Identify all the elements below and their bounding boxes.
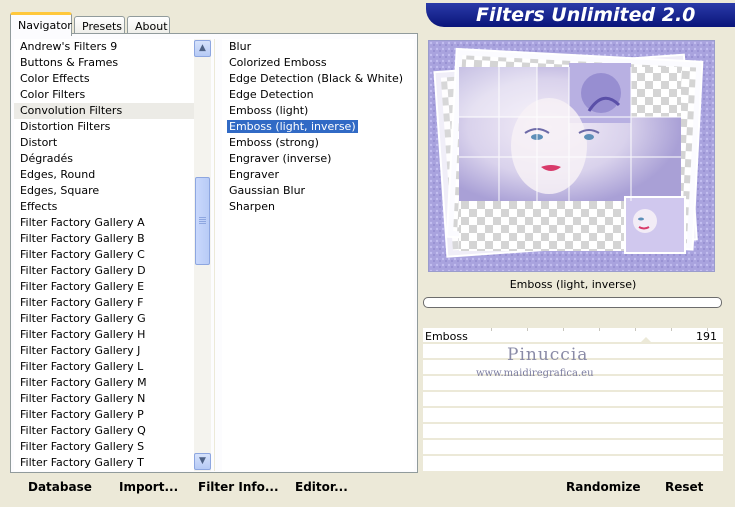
chevron-down-icon: ▼ — [199, 456, 206, 466]
empty-parameter-row — [423, 424, 723, 440]
category-item[interactable]: Buttons & Frames — [14, 55, 194, 71]
filter-item-label: Sharpen — [229, 200, 275, 213]
category-item[interactable]: Color Filters — [14, 87, 194, 103]
category-item[interactable]: Convolution Filters — [14, 103, 194, 119]
list-divider — [214, 39, 215, 471]
filter-item[interactable]: Engraver (inverse) — [222, 151, 414, 167]
filter-item-label: Gaussian Blur — [229, 184, 306, 197]
parameter-label: Emboss — [425, 330, 468, 343]
randomize-button[interactable]: Randomize — [566, 480, 640, 494]
category-item[interactable]: Filter Factory Gallery M — [14, 375, 194, 391]
watermark-url: www.maidiregrafica.eu — [476, 368, 594, 379]
filter-item-label: Engraver — [229, 168, 279, 181]
category-item[interactable]: Filter Factory Gallery D — [14, 263, 194, 279]
category-item[interactable]: Filter Factory Gallery Q — [14, 423, 194, 439]
category-item[interactable]: Filter Factory Gallery F — [14, 295, 194, 311]
category-item[interactable]: Filter Factory Gallery P — [14, 407, 194, 423]
filter-item[interactable]: Edge Detection (Black & White) — [222, 71, 414, 87]
category-item[interactable]: Filter Factory Gallery B — [14, 231, 194, 247]
category-item[interactable]: Edges, Square — [14, 183, 194, 199]
category-item[interactable]: Filter Factory Gallery T — [14, 455, 194, 471]
category-item[interactable]: Filter Factory Gallery G — [14, 311, 194, 327]
category-item[interactable]: Filter Factory Gallery S — [14, 439, 194, 455]
category-item[interactable]: Distortion Filters — [14, 119, 194, 135]
category-item[interactable]: Color Effects — [14, 71, 194, 87]
watermark-name: Pinuccia — [507, 345, 589, 365]
category-item[interactable]: Filter Factory Gallery N — [14, 391, 194, 407]
scroll-up-button[interactable]: ▲ — [194, 40, 211, 57]
editor-button[interactable]: Editor... — [295, 480, 348, 494]
chevron-up-icon: ▲ — [199, 43, 206, 53]
empty-parameter-row — [423, 440, 723, 456]
filter-item[interactable]: Edge Detection — [222, 87, 414, 103]
slider-thumb[interactable] — [639, 337, 653, 344]
parameter-value: 191 — [696, 330, 717, 343]
filter-item-label: Colorized Emboss — [229, 56, 327, 69]
emboss-slider[interactable]: Emboss 191 — [423, 328, 723, 344]
tab-navigator[interactable]: Navigator — [10, 12, 72, 36]
category-item[interactable]: Effects — [14, 199, 194, 215]
filter-item[interactable]: Colorized Emboss — [222, 55, 414, 71]
filter-item-label: Edge Detection (Black & White) — [229, 72, 404, 85]
category-item[interactable]: Filter Factory Gallery A — [14, 215, 194, 231]
scroll-thumb[interactable] — [195, 177, 210, 265]
category-scrollbar[interactable]: ▲ ▼ — [194, 39, 211, 471]
current-filter-name: Emboss (light, inverse) — [509, 278, 637, 291]
database-button[interactable]: Database — [28, 480, 92, 494]
category-item[interactable]: Andrew's Filters 9 — [14, 39, 194, 55]
category-item[interactable]: Edges, Round — [14, 167, 194, 183]
category-item[interactable]: Filter Factory Gallery H — [14, 327, 194, 343]
filter-item-label: Blur — [229, 40, 252, 53]
filter-item[interactable]: Emboss (strong) — [222, 135, 414, 151]
filter-item-label: Edge Detection — [229, 88, 314, 101]
category-item[interactable]: Filter Factory Gallery J — [14, 343, 194, 359]
progress-bar — [423, 297, 722, 308]
category-item[interactable]: Filter Factory Gallery E — [14, 279, 194, 295]
filter-info-button[interactable]: Filter Info... — [198, 480, 279, 494]
filter-item[interactable]: Sharpen — [222, 199, 414, 215]
slider-ticks — [491, 328, 711, 332]
filter-item[interactable]: Emboss (light, inverse) — [222, 119, 414, 135]
empty-parameter-row — [423, 408, 723, 424]
empty-parameter-row — [423, 392, 723, 408]
filter-item-label: Emboss (light) — [229, 104, 309, 117]
category-item[interactable]: Distort — [14, 135, 194, 151]
preview-artwork — [429, 41, 714, 271]
preview-toolbar: Randomize Reset — [423, 476, 723, 502]
preview-image — [428, 40, 715, 272]
filter-item-label: Emboss (light, inverse) — [227, 120, 358, 133]
filter-list[interactable]: Blur Colorized Emboss Edge Detection (Blac… — [222, 39, 414, 471]
scroll-down-button[interactable]: ▼ — [194, 453, 211, 470]
reset-button[interactable]: Reset — [665, 480, 703, 494]
bottom-toolbar: Database Import... Filter Info... Editor… — [10, 476, 418, 502]
filter-item[interactable]: Emboss (light) — [222, 103, 414, 119]
category-item[interactable]: Filter Factory Gallery L — [14, 359, 194, 375]
filter-item[interactable]: Gaussian Blur — [222, 183, 414, 199]
filter-item[interactable]: Blur — [222, 39, 414, 55]
filter-item[interactable]: Engraver — [222, 167, 414, 183]
category-item[interactable]: Dégradés — [14, 151, 194, 167]
category-item[interactable]: Filter Factory Gallery C — [14, 247, 194, 263]
filter-item-label: Emboss (strong) — [229, 136, 319, 149]
import-button[interactable]: Import... — [119, 480, 178, 494]
app-title-banner: Filters Unlimited 2.0 — [426, 3, 735, 27]
filter-item-label: Engraver (inverse) — [229, 152, 332, 165]
category-list[interactable]: Andrew's Filters 9 Buttons & Frames Color … — [14, 39, 194, 471]
